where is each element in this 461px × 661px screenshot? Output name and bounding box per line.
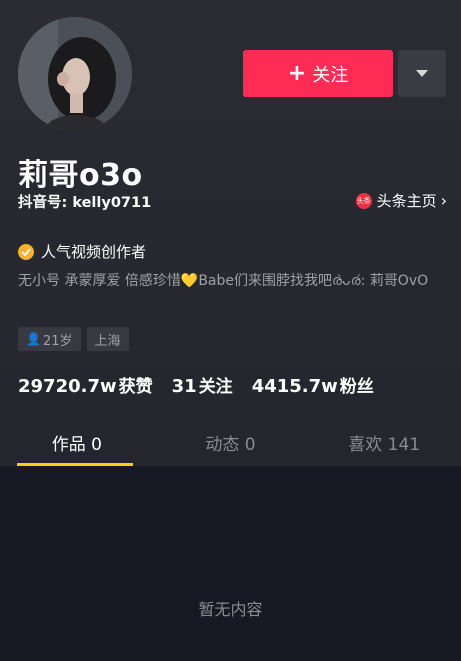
verification-label: 人气视频创作者	[41, 243, 147, 261]
avatar[interactable]	[18, 17, 132, 131]
location-tag: 上海	[86, 327, 129, 351]
following-label: 关注	[198, 377, 233, 397]
verified-check-icon	[18, 243, 34, 260]
following-count: 31	[171, 376, 197, 397]
female-icon: 👤	[26, 332, 41, 346]
toutiao-link-label: 头条主页	[376, 192, 437, 210]
chevron-right-icon: ›	[440, 191, 447, 210]
toutiao-icon: 头条	[355, 192, 372, 209]
profile-bio: 无小号 承蒙厚爱 倍感珍惜💛Babe们来围脖找我吧ര̀ᴗര́: 莉哥OvO	[18, 273, 429, 289]
likes-count: 29720.7w	[18, 376, 117, 397]
following-stat[interactable]: 31 关注	[172, 372, 233, 397]
toutiao-homepage-link[interactable]: 头条 头条主页 ›	[355, 190, 447, 211]
profile-tags: 👤 21岁 上海	[18, 327, 129, 351]
follow-label: 关注	[312, 64, 349, 86]
tab-likes[interactable]: 喜欢 141	[307, 418, 461, 466]
tab-posts[interactable]: 动态 0	[154, 418, 308, 466]
profile-header: + 关注 莉哥o3o 抖音号: kelly0711 头条 头条主页 › 人气视频…	[0, 0, 461, 466]
age-tag: 👤 21岁	[18, 327, 81, 351]
location-label: 上海	[94, 333, 121, 349]
tab-works[interactable]: 作品 0	[0, 418, 154, 466]
chevron-down-icon	[416, 69, 428, 77]
avatar-photo	[18, 17, 132, 131]
more-options-button[interactable]	[398, 50, 446, 97]
verification-badge: 人气视频创作者	[18, 241, 146, 262]
likes-stat: 29720.7w 获赞	[18, 372, 153, 397]
empty-state: 暂无内容	[198, 600, 263, 619]
plus-icon: +	[287, 60, 307, 86]
likes-label: 获赞	[118, 377, 153, 397]
profile-nickname: 莉哥o3o	[18, 158, 143, 193]
douyin-id: 抖音号: kelly0711	[18, 195, 152, 211]
profile-tabs: 作品 0 动态 0 喜欢 141	[0, 418, 461, 466]
follow-button[interactable]: + 关注	[243, 50, 393, 97]
followers-label: 粉丝	[339, 377, 374, 397]
followers-count: 4415.7w	[251, 376, 338, 397]
followers-stat[interactable]: 4415.7w 粉丝	[252, 372, 374, 397]
age-label: 21岁	[42, 333, 73, 349]
profile-stats: 29720.7w 获赞 31 关注 4415.7w 粉丝	[18, 372, 393, 397]
